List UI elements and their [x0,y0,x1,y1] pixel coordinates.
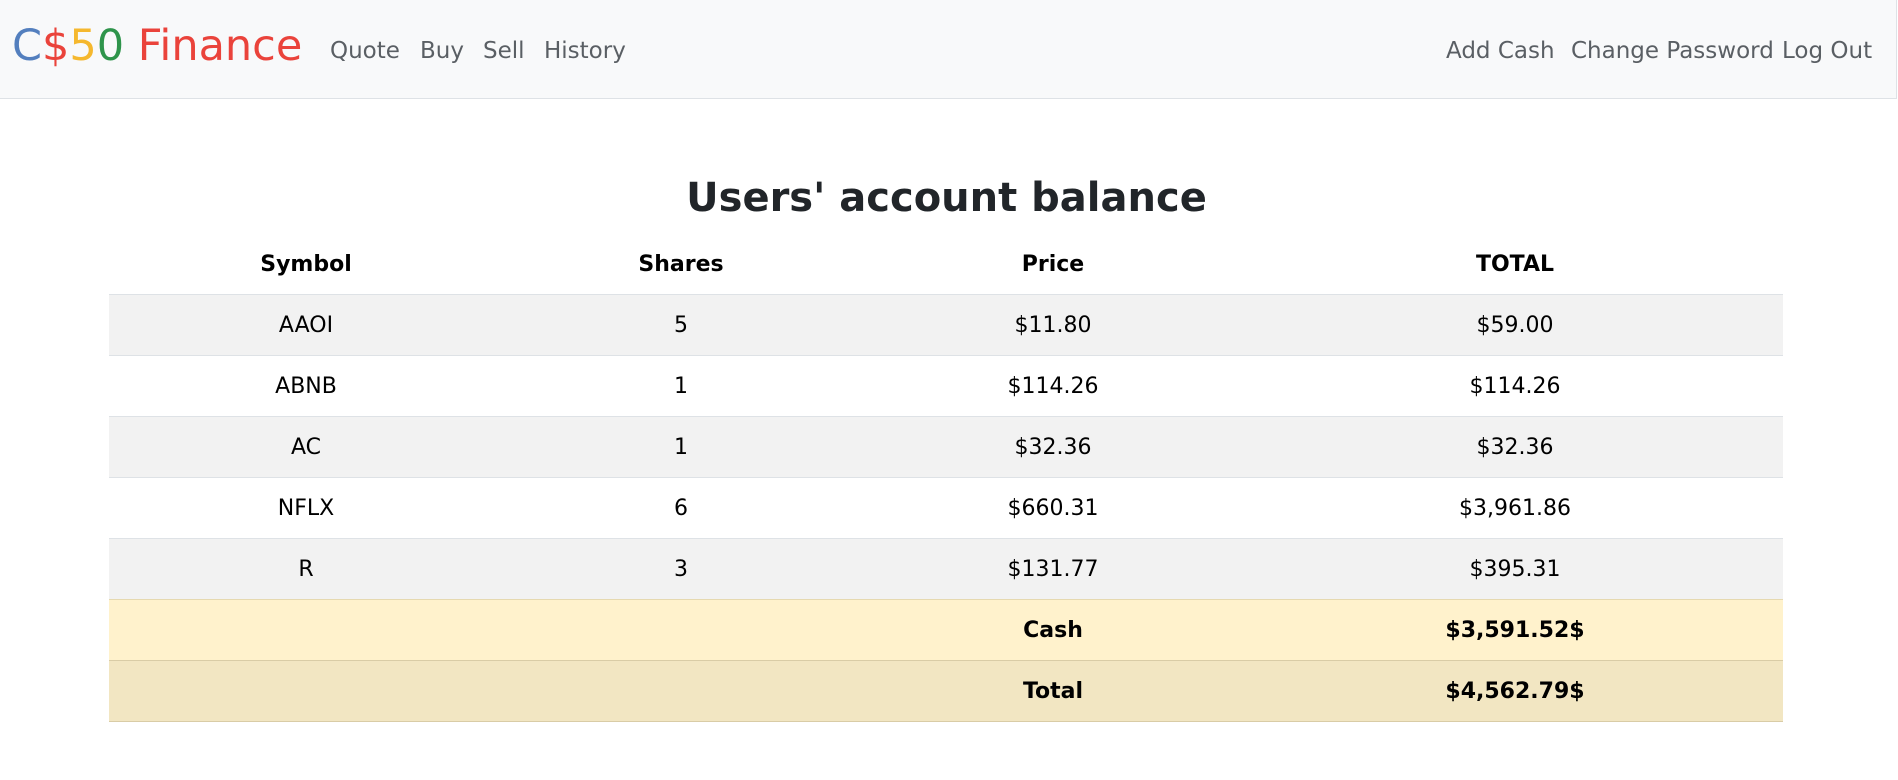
nav-link-log-out[interactable]: Log Out [1782,36,1872,66]
cash-label: Cash [859,599,1247,661]
cell-price: $131.77 [859,538,1247,600]
cell-price: $11.80 [859,294,1247,356]
table-row: NFLX 6 $660.31 $3,961.86 [109,477,1783,539]
portfolio-table: Symbol Shares Price TOTAL AAOI 5 $11.80 … [109,234,1783,722]
cell-symbol: NFLX [109,477,503,539]
cell-total: $3,961.86 [1247,477,1783,539]
cell-total: $59.00 [1247,294,1783,356]
cell-symbol: AC [109,416,503,478]
cash-value: $3,591.52$ [1247,599,1783,661]
cell-total: $32.36 [1247,416,1783,478]
brand-letter-5: 5 [69,21,97,71]
table-row: ABNB 1 $114.26 $114.26 [109,355,1783,417]
total-empty-cell [109,660,503,722]
total-empty-cell [503,660,859,722]
nav-link-quote[interactable]: Quote [330,36,400,66]
cell-price: $32.36 [859,416,1247,478]
cell-symbol: ABNB [109,355,503,417]
nav-link-sell[interactable]: Sell [483,36,525,66]
cell-shares: 1 [503,355,859,417]
navbar: C$50 Finance Quote Buy Sell History Add … [0,0,1897,99]
cash-row: Cash $3,591.52$ [109,599,1783,661]
header-shares: Shares [638,251,724,277]
cell-shares: 1 [503,416,859,478]
table-row: AC 1 $32.36 $32.36 [109,416,1783,478]
cell-symbol: AAOI [109,294,503,356]
cash-empty-cell [503,599,859,661]
nav-link-change-password[interactable]: Change Password [1571,36,1774,66]
brand-letter-0: 0 [96,21,125,71]
header-total: TOTAL [1475,251,1555,277]
cell-shares: 3 [503,538,859,600]
cell-shares: 5 [503,294,859,356]
grand-total-label: Total [859,660,1247,722]
grand-total-row: Total $4,562.79$ [109,660,1783,722]
table-header-row: Symbol Shares Price TOTAL [109,234,1783,295]
nav-link-add-cash[interactable]: Add Cash [1446,36,1555,66]
table-row: AAOI 5 $11.80 $59.00 [109,294,1783,356]
cell-total: $395.31 [1247,538,1783,600]
cell-symbol: R [109,538,503,600]
brand-word-finance: Finance [124,21,303,71]
cell-price: $660.31 [859,477,1247,539]
nav-link-history[interactable]: History [544,36,626,66]
page-title: Users' account balance [686,175,1207,221]
brand-letter-dollar: $ [42,21,70,71]
cell-total: $114.26 [1247,355,1783,417]
brand-letter-c: C [12,21,43,71]
brand-logo-link[interactable]: C$50 Finance [12,19,302,73]
grand-total-value: $4,562.79$ [1247,660,1783,722]
header-symbol: Symbol [260,251,352,277]
cash-empty-cell [109,599,503,661]
nav-link-buy[interactable]: Buy [420,36,464,66]
header-price: Price [1021,251,1085,277]
cell-price: $114.26 [859,355,1247,417]
cell-shares: 6 [503,477,859,539]
table-row: R 3 $131.77 $395.31 [109,538,1783,600]
